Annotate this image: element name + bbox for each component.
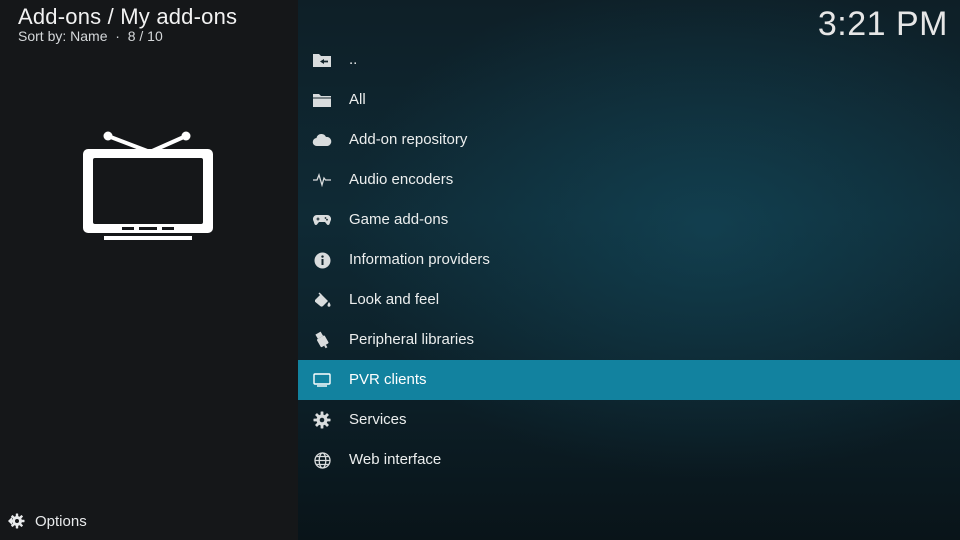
menu-item-label: Information providers — [349, 251, 490, 268]
menu-item-audio-encoders[interactable]: Audio encoders — [298, 160, 960, 200]
menu-item-label: .. — [349, 51, 358, 68]
sort-info: Sort by: Name · 8 / 10 — [18, 28, 163, 44]
menu-item-label: Game add-ons — [349, 211, 449, 228]
gear-icon — [312, 410, 332, 430]
menu-item-information-providers[interactable]: Information providers — [298, 240, 960, 280]
menu-item-web-interface[interactable]: Web interface — [298, 440, 960, 480]
tv-icon — [83, 131, 213, 240]
menu-item-label: Look and feel — [349, 291, 440, 308]
menu-item-label: PVR clients — [349, 371, 427, 388]
menu-item-label: Web interface — [349, 451, 442, 468]
menu-item-label: Add-on repository — [349, 131, 468, 148]
menu-item-addon-repository[interactable]: Add-on repository — [298, 120, 960, 160]
menu-item-peripheral-libraries[interactable]: Peripheral libraries — [298, 320, 960, 360]
menu-item-label: Services — [349, 411, 407, 428]
info-icon — [312, 250, 332, 270]
paint-bucket-icon — [312, 290, 332, 310]
menu-item-all[interactable]: All — [298, 80, 960, 120]
tv-icon — [312, 370, 332, 390]
item-position: 8 / 10 — [127, 28, 163, 44]
usb-plug-icon — [312, 330, 332, 350]
options-label: Options — [35, 512, 87, 530]
page-title: Add-ons / My add-ons — [18, 4, 238, 29]
globe-icon — [312, 450, 332, 470]
menu-item-parent[interactable]: .. — [298, 40, 960, 80]
gamepad-icon — [312, 210, 332, 230]
menu-item-label: Peripheral libraries — [349, 331, 475, 348]
options-button[interactable]: Options — [6, 510, 87, 532]
cloud-icon — [312, 130, 332, 150]
sort-label: Sort by: Name — [18, 28, 108, 44]
menu-item-label: Audio encoders — [349, 171, 454, 188]
left-panel — [0, 0, 298, 540]
folder-icon — [312, 90, 332, 110]
waveform-icon — [312, 170, 332, 190]
options-icon — [6, 511, 26, 531]
clock: 3:21 PM — [817, 5, 948, 43]
back-folder-icon — [312, 50, 332, 70]
addon-category-list: .. All Add-on repository Audio encoders … — [298, 40, 960, 480]
menu-item-look-and-feel[interactable]: Look and feel — [298, 280, 960, 320]
menu-item-label: All — [349, 91, 366, 108]
menu-item-pvr-clients[interactable]: PVR clients — [298, 360, 960, 400]
menu-item-game-addons[interactable]: Game add-ons — [298, 200, 960, 240]
menu-item-services[interactable]: Services — [298, 400, 960, 440]
